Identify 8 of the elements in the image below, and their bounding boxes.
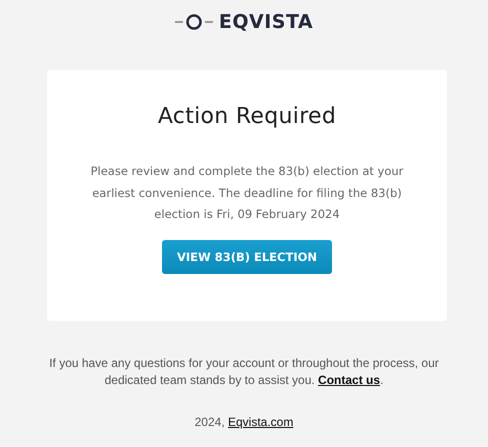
- contact-link[interactable]: Contact us: [318, 373, 380, 387]
- card-title: Action Required: [158, 104, 336, 129]
- logo-icon: [174, 14, 213, 30]
- website-link[interactable]: Eqvista.com: [228, 415, 294, 429]
- copyright-text: 2024, Eqvista.com: [194, 415, 294, 429]
- brand-name: EQVISTA: [218, 11, 314, 33]
- message-text: Please review and complete the 83(b) election at your earliest convenience. The deadline for filing the 83(b) election is Fri, 09 February 2024: [90, 163, 404, 223]
- help-text: If you have any questions for your account or throughout the process, our dedicated team stands by to assist you. Contact us.: [48, 355, 440, 389]
